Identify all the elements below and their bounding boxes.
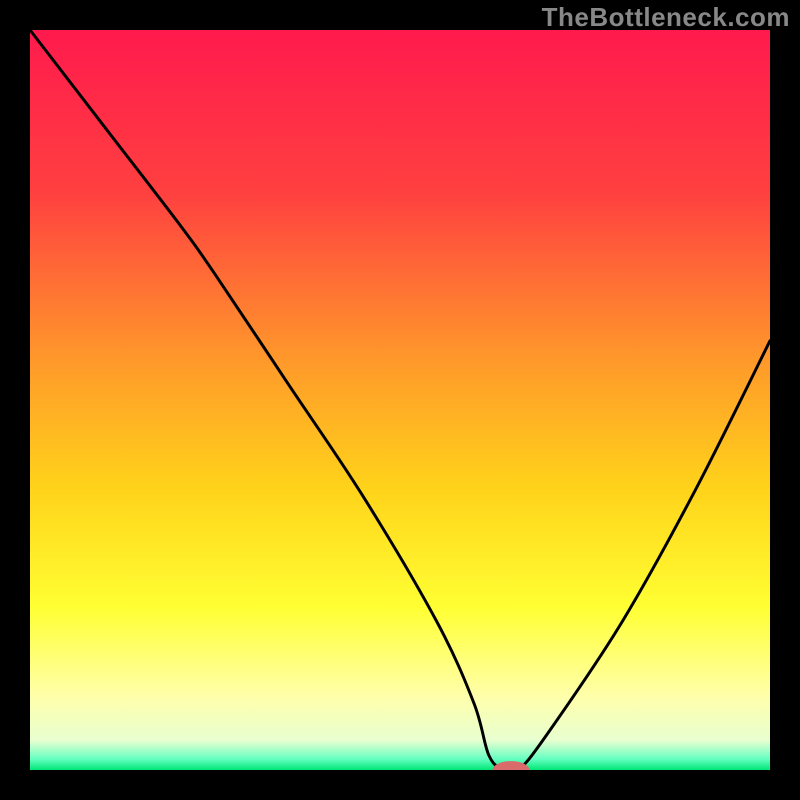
watermark-text: TheBottleneck.com xyxy=(542,2,790,33)
gradient-background xyxy=(30,30,770,770)
chart-svg xyxy=(30,30,770,770)
plot-area xyxy=(30,30,770,770)
chart-frame: TheBottleneck.com xyxy=(0,0,800,800)
